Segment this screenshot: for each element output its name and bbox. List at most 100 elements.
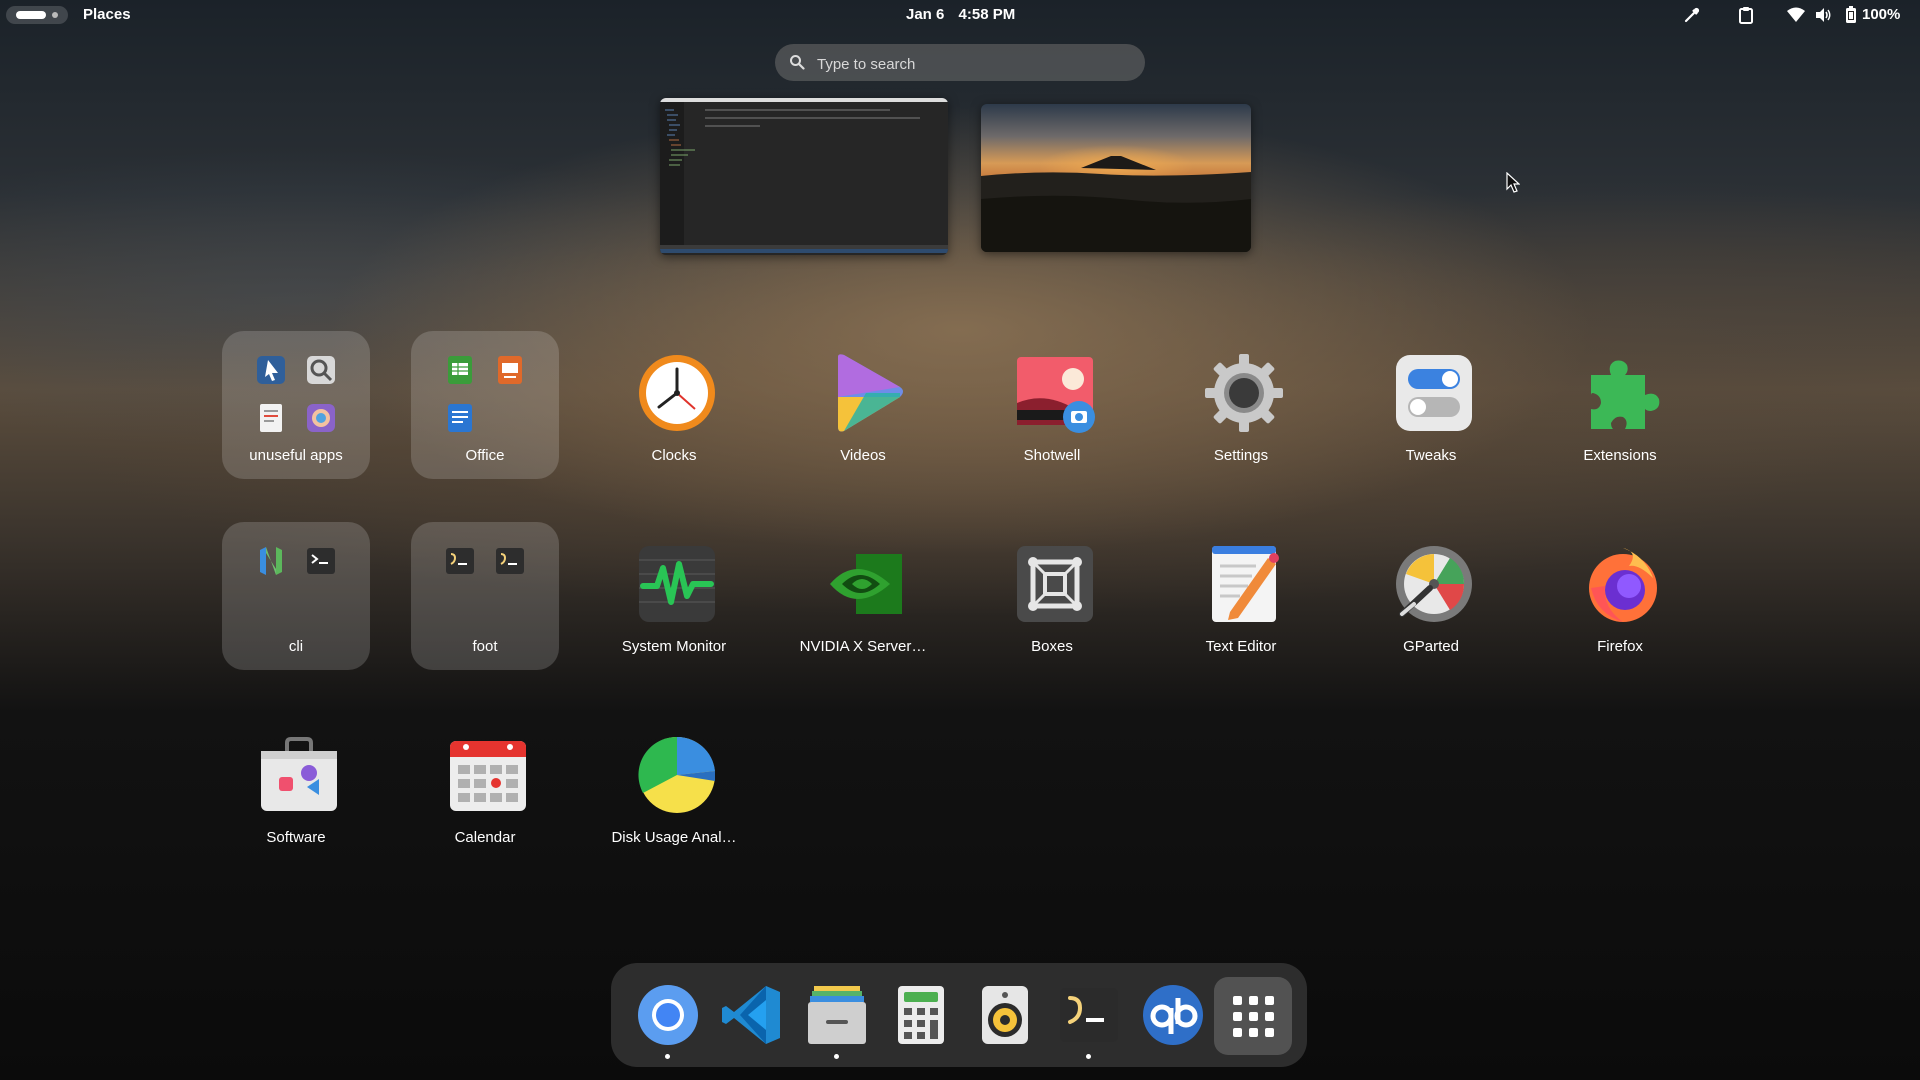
wifi-icon[interactable] xyxy=(1786,6,1806,26)
app-label: unuseful apps xyxy=(249,447,343,464)
app-text-editor[interactable]: Text Editor xyxy=(1167,522,1315,670)
search-bar[interactable] xyxy=(775,44,1145,81)
workspace-thumbnail-1[interactable] xyxy=(660,98,948,255)
app-label: Firefox xyxy=(1597,638,1643,655)
search-input[interactable] xyxy=(815,52,1129,76)
volume-icon[interactable] xyxy=(1814,6,1832,26)
app-grid-icon xyxy=(1233,996,1274,1037)
photo-camera-icon xyxy=(1017,357,1095,433)
files-cabinet-icon xyxy=(808,986,866,1044)
foot-terminal-icon xyxy=(446,548,474,574)
app-label: Videos xyxy=(840,447,886,464)
active-workspace-indicator xyxy=(16,11,46,19)
folder-unuseful-apps[interactable]: unuseful apps xyxy=(222,331,370,479)
word-processor-icon xyxy=(448,404,472,432)
app-firefox[interactable]: Firefox xyxy=(1546,522,1694,670)
inactive-workspace-indicator xyxy=(52,12,58,18)
color-picker-icon[interactable] xyxy=(1683,6,1701,26)
dock-files[interactable] xyxy=(804,982,870,1059)
battery-icon[interactable] xyxy=(1845,6,1857,26)
chromium-icon xyxy=(638,985,698,1045)
activity-monitor-icon xyxy=(639,546,715,622)
speaker-icon xyxy=(982,986,1028,1044)
app-label: Clocks xyxy=(651,447,697,464)
app-calendar[interactable]: Calendar xyxy=(411,713,559,861)
calendar-icon xyxy=(450,741,526,811)
dock-qbittorrent[interactable] xyxy=(1140,982,1206,1048)
terminal-icon xyxy=(307,548,335,574)
app-videos[interactable]: Videos xyxy=(789,331,937,479)
app-shotwell[interactable]: Shotwell xyxy=(978,331,1126,479)
running-indicator xyxy=(665,1054,670,1059)
time-label: 4:58 PM xyxy=(958,6,1016,23)
workspace-thumbnail-2[interactable] xyxy=(981,104,1251,252)
app-label: GParted xyxy=(1403,638,1459,655)
dock-foot-terminal[interactable] xyxy=(1056,982,1122,1059)
qbittorrent-icon xyxy=(1143,985,1203,1045)
app-label: Software xyxy=(266,829,326,846)
activities-button[interactable] xyxy=(6,6,68,24)
app-label: foot xyxy=(472,638,498,655)
dash xyxy=(611,963,1307,1067)
pointer-tool-icon xyxy=(257,356,285,384)
software-store-icon xyxy=(261,737,337,811)
app-label: Text Editor xyxy=(1205,638,1277,655)
spreadsheet-icon xyxy=(448,356,472,384)
app-clocks[interactable]: Clocks xyxy=(600,331,748,479)
app-tweaks[interactable]: Tweaks xyxy=(1357,331,1505,479)
presentation-icon xyxy=(498,356,522,384)
foot-terminal-icon xyxy=(1060,988,1118,1042)
app-label: System Monitor xyxy=(621,638,727,655)
battery-percentage: 100% xyxy=(1862,6,1901,23)
app-label: Office xyxy=(465,447,505,464)
app-label: Extensions xyxy=(1583,447,1657,464)
date-label: Jan 6 xyxy=(906,6,945,23)
neovim-icon xyxy=(260,547,282,575)
foot-server-icon xyxy=(496,548,524,574)
app-label: Disk Usage Anal… xyxy=(611,829,737,846)
folder-office[interactable]: Office xyxy=(411,331,559,479)
app-system-monitor[interactable]: System Monitor xyxy=(600,522,748,670)
puzzle-piece-icon xyxy=(1591,360,1660,429)
toggle-switches-icon xyxy=(1396,355,1472,431)
app-label: cli xyxy=(288,638,304,655)
disk-partition-icon xyxy=(1396,546,1472,622)
folder-cli[interactable]: cli xyxy=(222,522,370,670)
document-viewer-icon xyxy=(260,404,282,432)
gear-icon xyxy=(1205,354,1283,432)
app-software[interactable]: Software xyxy=(222,713,370,861)
clock-icon xyxy=(639,355,715,431)
clipboard-icon[interactable] xyxy=(1738,6,1754,26)
pie-chart-icon xyxy=(638,736,715,813)
app-nvidia-settings[interactable]: NVIDIA X Server… xyxy=(789,522,937,670)
dock-calculator[interactable] xyxy=(888,982,954,1048)
app-boxes[interactable]: Boxes xyxy=(978,522,1126,670)
search-icon xyxy=(790,55,805,70)
app-disk-usage-analyzer[interactable]: Disk Usage Anal… xyxy=(600,713,748,861)
top-bar: Places Jan 6 4:58 PM 100% xyxy=(0,0,1920,30)
folder-foot[interactable]: foot xyxy=(411,522,559,670)
dock-vscode[interactable] xyxy=(720,982,786,1048)
date-time-button[interactable]: Jan 6 4:58 PM xyxy=(906,6,1015,23)
app-label: Shotwell xyxy=(1023,447,1081,464)
dock-chromium[interactable] xyxy=(635,982,701,1059)
app-settings[interactable]: Settings xyxy=(1167,331,1315,479)
app-label: Boxes xyxy=(1031,638,1073,655)
video-play-icon xyxy=(838,354,903,432)
places-menu[interactable]: Places xyxy=(83,6,131,23)
running-indicator xyxy=(1086,1054,1091,1059)
mouse-pointer-icon xyxy=(1506,172,1520,193)
vscode-icon xyxy=(722,986,780,1044)
running-indicator xyxy=(834,1054,839,1059)
app-label: Tweaks xyxy=(1405,447,1457,464)
magnifier-app-icon xyxy=(307,356,335,384)
show-apps-button[interactable] xyxy=(1214,977,1292,1055)
code-editor-preview xyxy=(660,98,948,253)
app-gparted[interactable]: GParted xyxy=(1357,522,1505,670)
nvidia-icon xyxy=(830,554,902,614)
app-label: Settings xyxy=(1213,447,1269,464)
volcano-wallpaper-preview xyxy=(981,156,1251,252)
app-label: NVIDIA X Server… xyxy=(799,638,927,655)
dock-rhythmbox[interactable] xyxy=(972,982,1038,1048)
app-extensions[interactable]: Extensions xyxy=(1546,331,1694,479)
